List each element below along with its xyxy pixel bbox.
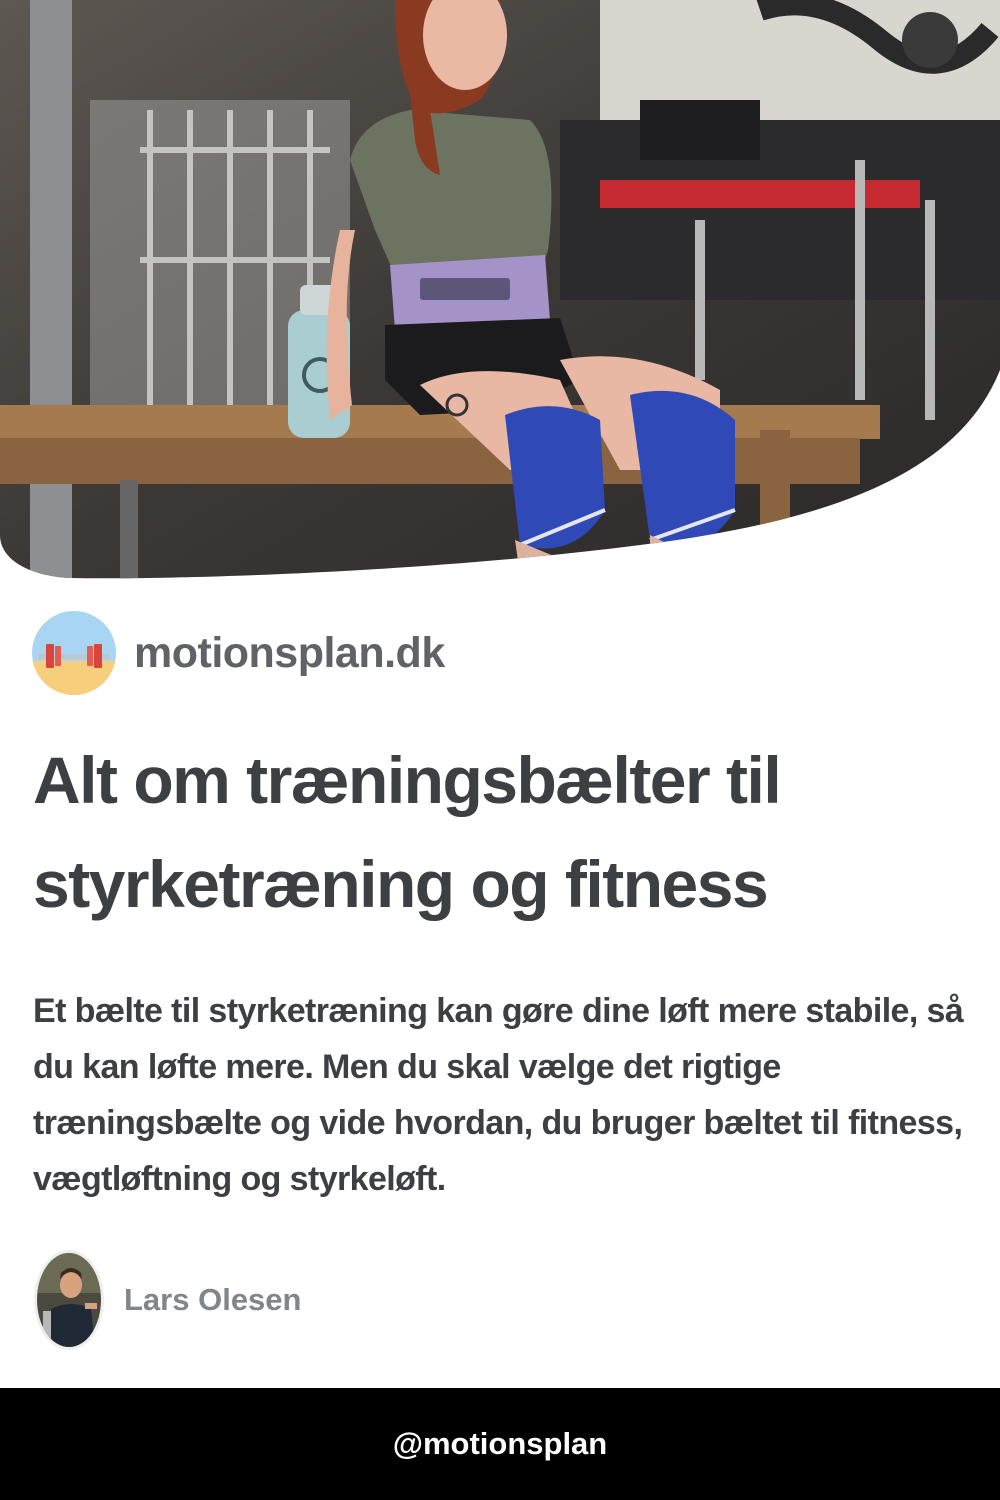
site-name[interactable]: motionsplan.dk [134, 629, 445, 678]
barbell-logo-icon [32, 611, 116, 695]
footer-bar: @motionsplan [0, 1388, 1000, 1500]
author-name[interactable]: Lars Olesen [124, 1282, 301, 1318]
author-avatar [34, 1250, 104, 1350]
hero-image [0, 0, 1000, 580]
author-byline[interactable]: Lars Olesen [34, 1250, 301, 1350]
social-handle[interactable]: @motionsplan [393, 1426, 608, 1462]
site-brand[interactable]: motionsplan.dk [32, 610, 445, 696]
article-title: Alt om træningsbælter til styrketræning … [33, 743, 782, 921]
article-description: Et bælte til styrketræning kan gøre dine… [33, 992, 964, 1198]
gym-photo-illustration [0, 0, 1000, 579]
